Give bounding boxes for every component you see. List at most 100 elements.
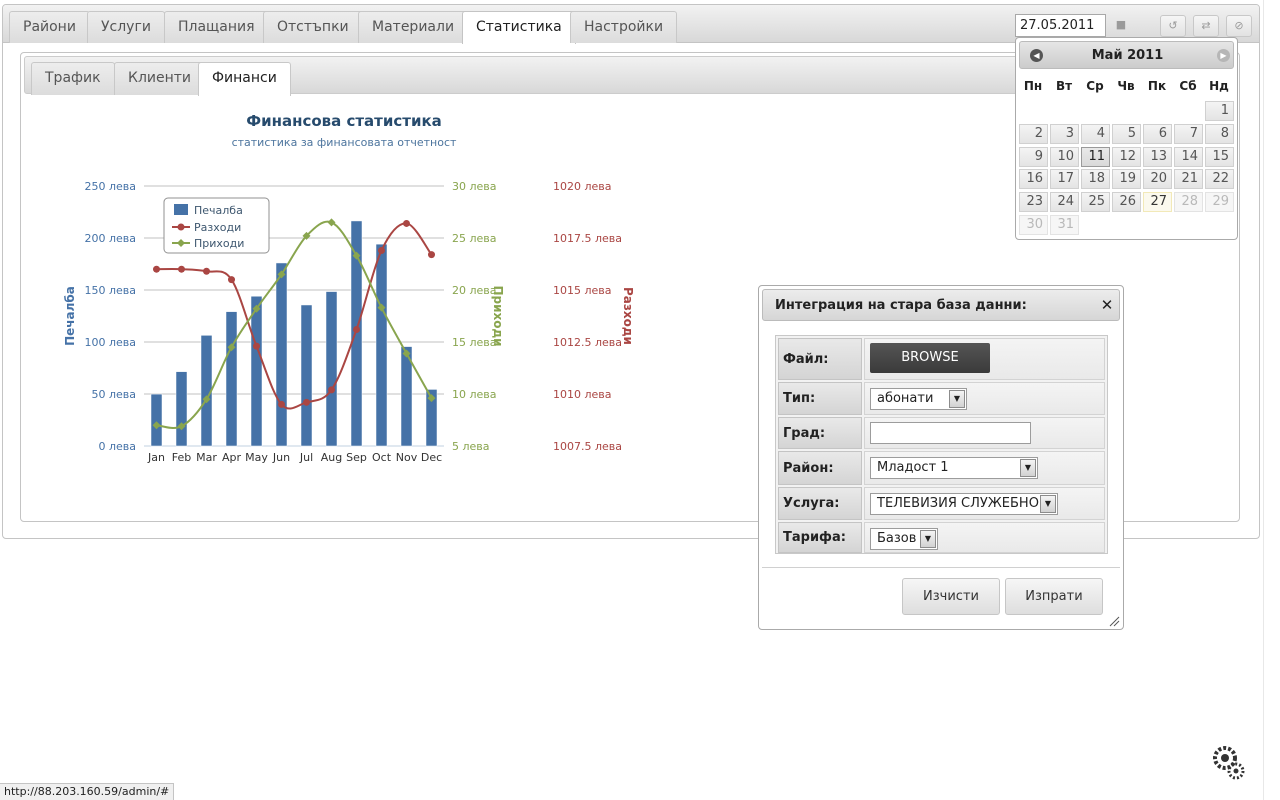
calendar-day[interactable]: 27 — [1143, 192, 1172, 213]
page-scrollbar[interactable] — [1263, 0, 1280, 800]
calendar-day[interactable]: 5 — [1112, 123, 1141, 144]
file-label: Файл: — [778, 338, 862, 380]
calendar-day[interactable]: 15 — [1205, 146, 1234, 167]
chevron-down-icon[interactable]: ▼ — [920, 530, 936, 548]
point-expenses — [153, 265, 160, 273]
calendar-day[interactable]: 20 — [1143, 169, 1172, 190]
calendar-day[interactable]: 13 — [1143, 146, 1172, 167]
x-tick-label: Dec — [421, 451, 442, 464]
chevron-down-icon[interactable]: ▼ — [949, 390, 965, 408]
y3-axis-title: Разходи — [621, 287, 635, 345]
calendar-day[interactable]: 22 — [1205, 169, 1234, 190]
calendar-day[interactable]: 19 — [1112, 169, 1141, 190]
status-bar: http://88.203.160.59/admin/# — [0, 783, 175, 800]
tariff-select-value: Базов — [877, 531, 917, 546]
next-month-icon[interactable]: ▶ — [1217, 49, 1230, 62]
calendar-day[interactable]: 25 — [1081, 192, 1110, 213]
calendar-day[interactable]: 24 — [1050, 192, 1079, 213]
browse-button[interactable]: BROWSE — [870, 343, 990, 373]
status-url: http://88.203.160.59/admin/# — [4, 785, 170, 798]
y2-tick-label: 10 лева — [452, 388, 497, 401]
calendar-day: 31 — [1050, 215, 1079, 235]
calendar-day[interactable]: 23 — [1019, 192, 1048, 213]
calendar-header: ◀ Май 2011 ▶ — [1019, 41, 1234, 69]
point-expenses — [203, 267, 210, 275]
tariff-cell: Базов ▼ — [864, 522, 1105, 553]
bar-profit — [225, 311, 238, 447]
point-expenses — [353, 326, 360, 334]
file-row: Файл: BROWSE — [778, 338, 1105, 380]
calendar-day[interactable]: 12 — [1112, 146, 1141, 167]
bar-profit — [375, 243, 388, 447]
service-row: Услуга: ТЕЛЕВИЗИЯ СЛУЖЕБНО ▼ — [778, 487, 1105, 520]
chevron-down-icon[interactable]: ▼ — [1020, 459, 1036, 477]
point-expenses — [178, 265, 185, 273]
y2-axis-title: Приходи — [491, 285, 505, 346]
calendar-day: 28 — [1174, 192, 1203, 213]
city-row: Град: — [778, 417, 1105, 449]
point-expenses — [428, 251, 435, 259]
calendar-day[interactable]: 6 — [1143, 123, 1172, 144]
calendar-day[interactable]: 10 — [1050, 146, 1079, 167]
x-tick-label: Jan — [147, 451, 165, 464]
calendar-day[interactable]: 7 — [1174, 123, 1203, 144]
date-input[interactable] — [1015, 14, 1106, 37]
y2-tick-label: 20 лева — [452, 284, 497, 297]
weekday-header: Вт — [1055, 79, 1073, 93]
close-icon[interactable]: ✕ — [1099, 297, 1115, 313]
district-select-value: Младост 1 — [877, 460, 949, 475]
clear-button[interactable]: Изчисти — [902, 578, 1000, 615]
service-select[interactable]: ТЕЛЕВИЗИЯ СЛУЖЕБНО ▼ — [870, 493, 1058, 515]
type-cell: абонати ▼ — [864, 382, 1105, 415]
y3-tick-label: 1010 лева — [553, 388, 612, 401]
calendar-day[interactable]: 8 — [1205, 123, 1234, 144]
x-tick-label: Nov — [396, 451, 418, 464]
cancel-icon[interactable]: ⊘ — [1226, 15, 1252, 37]
point-expenses — [328, 386, 335, 394]
y3-tick-label: 1020 лева — [553, 180, 612, 193]
calendar-day[interactable]: 2 — [1019, 123, 1048, 144]
calendar-day[interactable]: 11 — [1081, 146, 1110, 167]
y3-tick-label: 1015 лева — [553, 284, 612, 297]
legend-marker-expenses — [177, 223, 185, 231]
calendar-day[interactable]: 3 — [1050, 123, 1079, 144]
resize-grip-icon[interactable] — [1108, 615, 1120, 627]
calendar-day[interactable]: 16 — [1019, 169, 1048, 190]
weekday-header: Нд — [1209, 79, 1229, 93]
calendar-day[interactable]: 21 — [1174, 169, 1203, 190]
bar-profit — [275, 262, 288, 447]
weekday-header: Пк — [1147, 79, 1167, 93]
calendar-day[interactable]: 18 — [1081, 169, 1110, 190]
tariff-select[interactable]: Базов ▼ — [870, 528, 938, 550]
district-select[interactable]: Младост 1 ▼ — [870, 457, 1038, 479]
y-axis-title: Печалба — [63, 286, 77, 346]
y3-tick-label: 1007.5 лева — [553, 440, 622, 453]
y2-tick-label: 30 лева — [452, 180, 497, 193]
y-tick-label: 50 лева — [91, 388, 136, 401]
legend-label: Печалба — [194, 204, 243, 217]
bar-profit — [250, 295, 263, 447]
swap-icon[interactable]: ⇄ — [1193, 15, 1219, 37]
tariff-label: Тарифа: — [778, 522, 862, 553]
type-select[interactable]: абонати ▼ — [870, 388, 967, 410]
chevron-down-icon[interactable]: ▼ — [1040, 495, 1056, 513]
calendar-day[interactable]: 1 — [1205, 101, 1234, 121]
calendar-day[interactable]: 17 — [1050, 169, 1079, 190]
gear-icon[interactable] — [1208, 742, 1248, 782]
calendar-day[interactable]: 14 — [1174, 146, 1203, 167]
calendar-day[interactable]: 4 — [1081, 123, 1110, 144]
legend-swatch-profit — [174, 204, 188, 215]
district-row: Район: Младост 1 ▼ — [778, 451, 1105, 485]
refresh-icon[interactable]: ↺ — [1160, 15, 1186, 37]
dialog-titlebar[interactable]: Интеграция на стара база данни: ✕ — [762, 289, 1120, 321]
point-expenses — [303, 398, 310, 406]
x-tick-label: Mar — [196, 451, 217, 464]
pin-icon[interactable]: ■ — [1108, 15, 1134, 37]
calendar-day[interactable]: 26 — [1112, 192, 1141, 213]
finance-chart: 250 лева 200 лева 150 лева 100 лева 50 лева 0… — [63, 180, 635, 464]
y2-tick-label: 25 лева — [452, 232, 497, 245]
calendar-day[interactable]: 9 — [1019, 146, 1048, 167]
city-input[interactable] — [870, 422, 1031, 444]
import-dialog: Интеграция на стара база данни: ✕ Файл: … — [758, 285, 1124, 630]
send-button[interactable]: Изпрати — [1005, 578, 1103, 615]
